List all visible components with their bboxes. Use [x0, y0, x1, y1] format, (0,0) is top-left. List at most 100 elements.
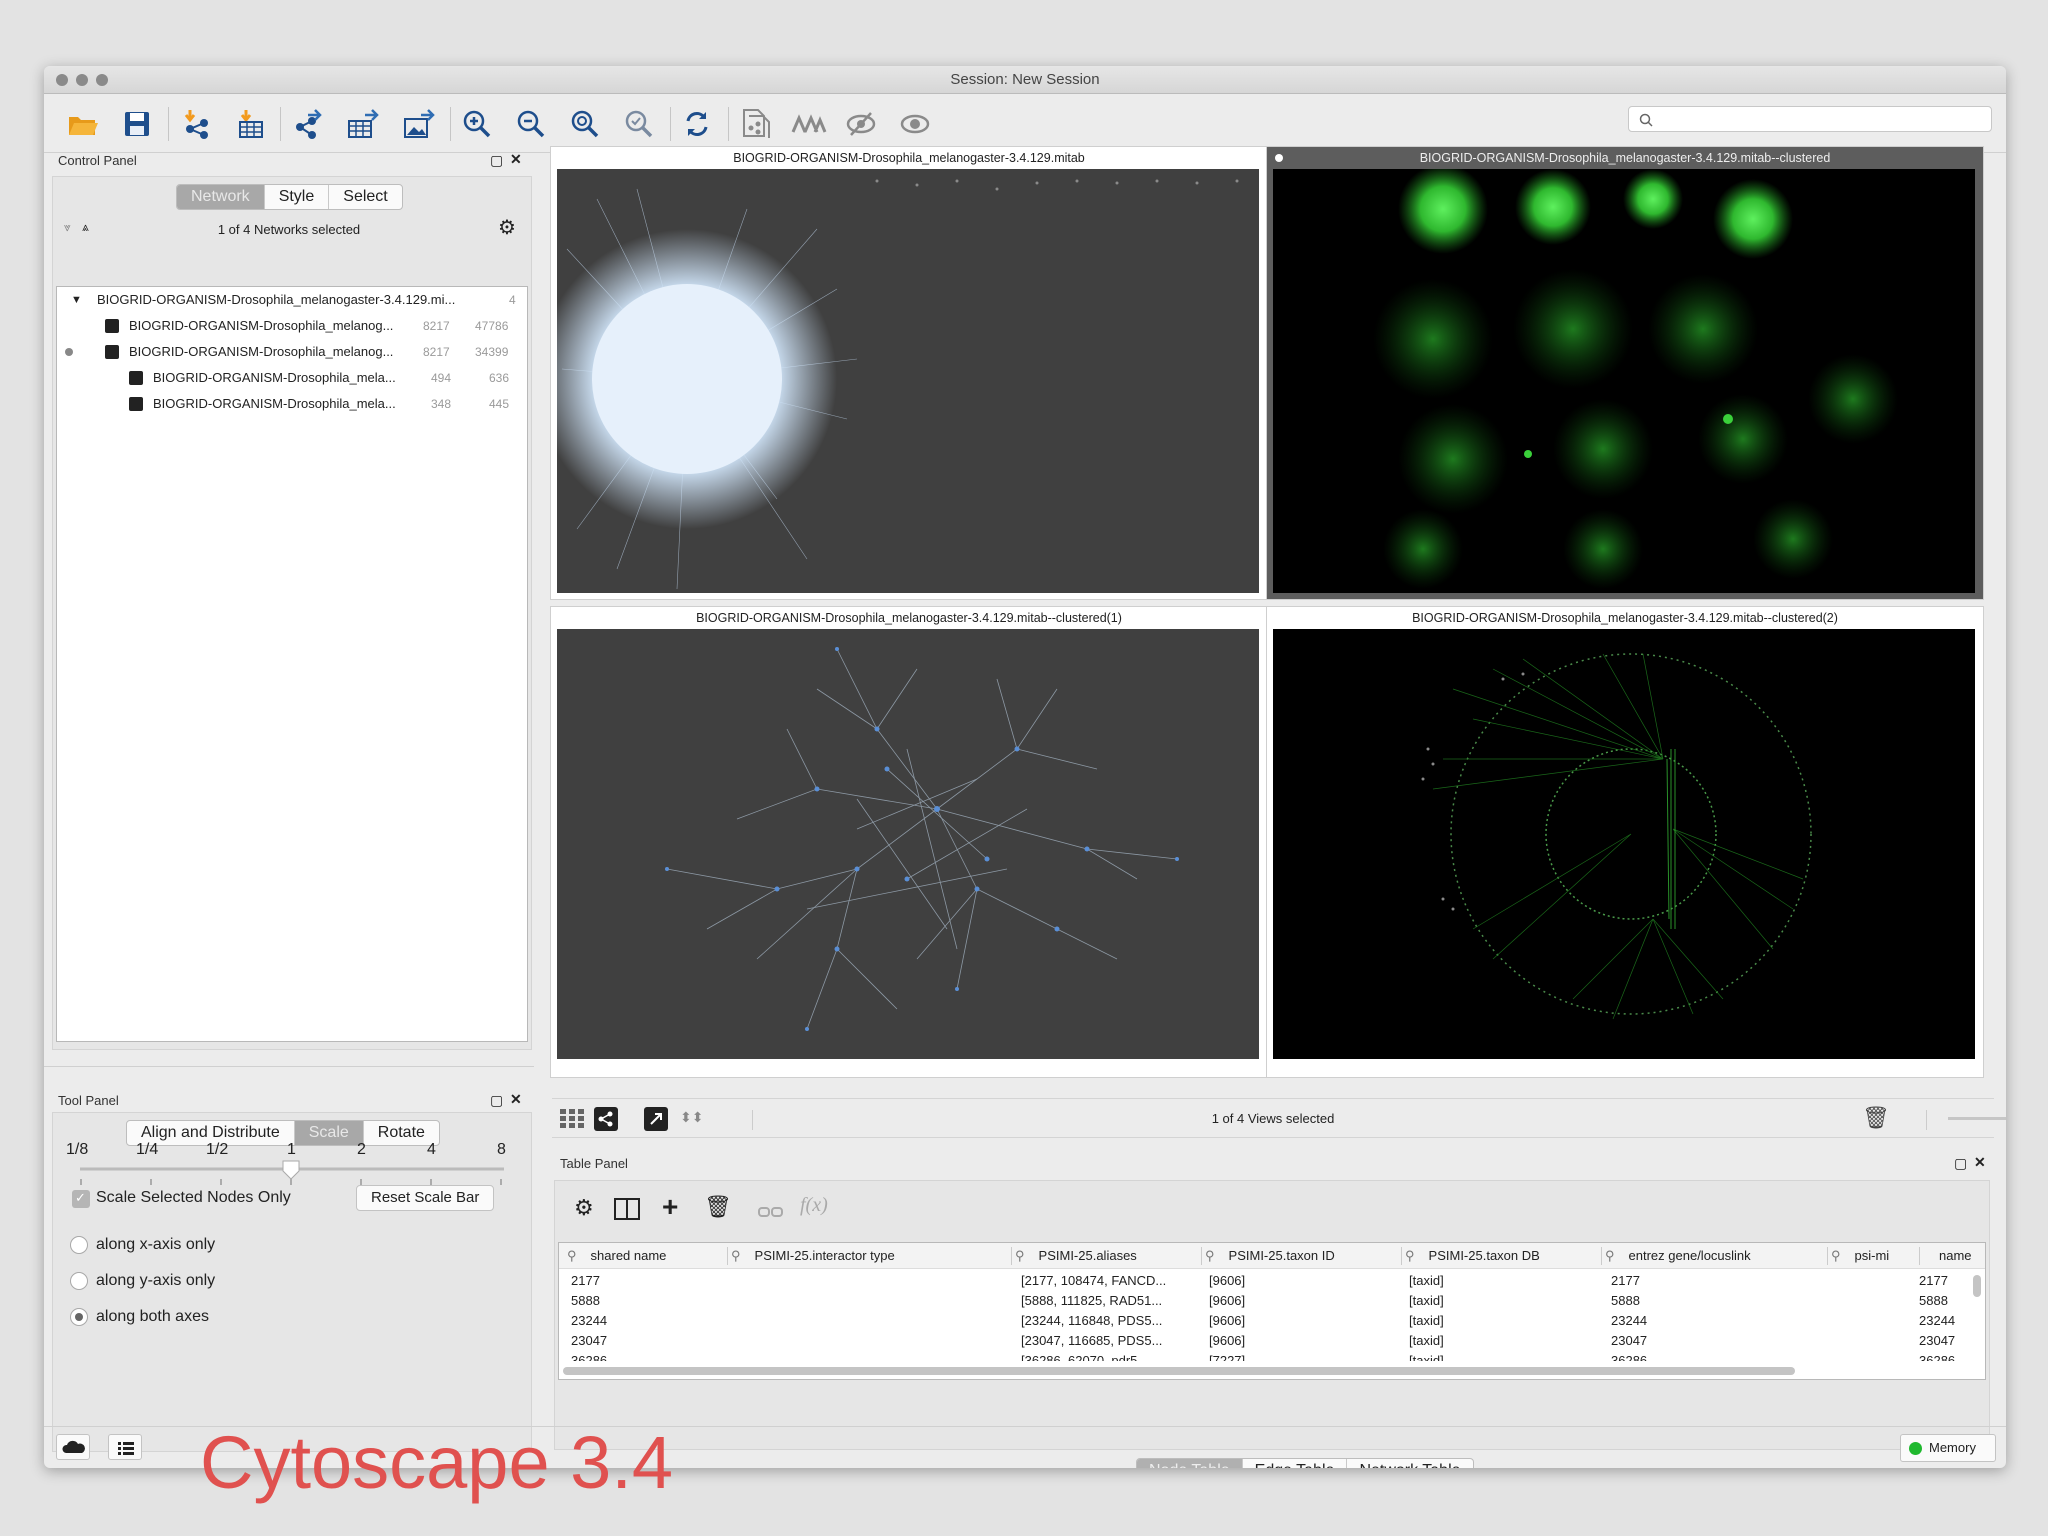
- scale-tick-label: 4: [427, 1141, 436, 1158]
- network-view-2[interactable]: BIOGRID-ORGANISM-Drosophila_melanogaster…: [1266, 146, 1984, 600]
- import-table-icon[interactable]: [232, 107, 270, 141]
- tab-style[interactable]: Style: [265, 185, 330, 209]
- scale-tick-label: 1/8: [66, 1141, 89, 1158]
- network-canvas-2[interactable]: [1273, 169, 1975, 593]
- radio-x-axis[interactable]: [70, 1236, 88, 1254]
- network-icon: [129, 397, 143, 411]
- column-header[interactable]: ⚲ entrez gene/locuslink: [1605, 1243, 1751, 1269]
- tab-network-table[interactable]: Network Table: [1347, 1459, 1472, 1468]
- zoom-window-button[interactable]: [96, 74, 108, 86]
- delete-column-icon[interactable]: 🗑: [704, 1196, 732, 1218]
- thumbnail-slider[interactable]: [1948, 1117, 2006, 1120]
- horizontal-scrollbar[interactable]: [563, 1367, 1795, 1375]
- edge-count: 445: [489, 397, 510, 411]
- column-header[interactable]: ⚲ PSIMI-25.interactor type: [731, 1243, 895, 1269]
- column-header[interactable]: ⚲ PSIMI-25.taxon ID: [1205, 1243, 1335, 1269]
- network-row[interactable]: BIOGRID-ORGANISM-Drosophila_melanog... 8…: [57, 313, 527, 339]
- scale-selected-label: Scale Selected Nodes Only: [96, 1189, 291, 1206]
- table-settings-gear-icon[interactable]: ⚙: [574, 1197, 594, 1219]
- column-visibility-icon[interactable]: [614, 1198, 640, 1225]
- close-window-button[interactable]: [56, 74, 68, 86]
- float-panel-icon[interactable]: ▢: [490, 1092, 503, 1109]
- network-canvas-4[interactable]: [1273, 629, 1975, 1059]
- export-image-icon[interactable]: [400, 107, 438, 141]
- new-network-icon[interactable]: [736, 107, 774, 141]
- networks-selected-status: 1 of 4 Networks selected: [217, 222, 361, 237]
- float-panel-icon[interactable]: ▢: [490, 152, 503, 169]
- shared-column-icon: ⚲: [567, 1248, 577, 1263]
- function-builder-icon[interactable]: f(x): [800, 1194, 828, 1217]
- zoom-in-icon[interactable]: [458, 107, 496, 141]
- network-row[interactable]: BIOGRID-ORGANISM-Drosophila_melanog... 8…: [57, 339, 527, 365]
- edge-count: 34399: [475, 345, 509, 359]
- scale-tick-label: 1/2: [206, 1141, 229, 1158]
- column-header[interactable]: ⚲ PSIMI-25.aliases: [1015, 1243, 1137, 1269]
- scale-tick-label: 1: [287, 1141, 296, 1158]
- network-canvas-1[interactable]: [557, 169, 1259, 593]
- float-panel-icon[interactable]: ▢: [1954, 1155, 1967, 1172]
- cloud-icon[interactable]: [56, 1434, 90, 1460]
- vertical-scrollbar[interactable]: [1973, 1275, 1981, 1297]
- network-view-1[interactable]: BIOGRID-ORGANISM-Drosophila_melanogaster…: [550, 146, 1268, 600]
- link-table-icon[interactable]: [758, 1204, 784, 1222]
- export-network-icon[interactable]: [288, 107, 326, 141]
- tool-panel-title: Tool Panel: [58, 1093, 119, 1108]
- reset-scale-bar-button[interactable]: Reset Scale Bar: [356, 1185, 495, 1211]
- zoom-fit-icon[interactable]: [566, 107, 604, 141]
- task-list-icon[interactable]: [108, 1434, 142, 1460]
- zoom-selected-icon[interactable]: [620, 107, 658, 141]
- memory-button[interactable]: Memory: [1900, 1434, 1996, 1462]
- network-list: ▼ BIOGRID-ORGANISM-Drosophila_melanogast…: [56, 286, 528, 1042]
- tab-select[interactable]: Select: [329, 185, 401, 209]
- network-row[interactable]: BIOGRID-ORGANISM-Drosophila_mela... 348 …: [57, 391, 527, 417]
- save-session-icon[interactable]: [118, 107, 156, 141]
- network-row[interactable]: BIOGRID-ORGANISM-Drosophila_mela... 494 …: [57, 365, 527, 391]
- network-collection-row[interactable]: ▼ BIOGRID-ORGANISM-Drosophila_melanogast…: [57, 287, 527, 313]
- node-table: ⚲ shared name ⚲ PSIMI-25.interactor type ⚲…: [558, 1242, 1986, 1380]
- column-header[interactable]: ⚲ psi-mi: [1831, 1243, 1889, 1269]
- column-header[interactable]: name: [1939, 1243, 1972, 1269]
- tab-node-table[interactable]: Node Table: [1137, 1459, 1243, 1468]
- node-count: 8217: [423, 345, 450, 359]
- table-row[interactable]: 36286 [36286, 62070, pdr5 [7227] [taxid]…: [559, 1351, 1969, 1361]
- hide-icon[interactable]: [790, 107, 828, 141]
- table-panel-title: Table Panel: [560, 1156, 628, 1171]
- column-header[interactable]: ⚲ shared name: [567, 1243, 666, 1269]
- tab-network[interactable]: Network: [177, 185, 265, 209]
- close-panel-icon[interactable]: ✕: [510, 1091, 522, 1108]
- control-panel-tabs: Network Style Select: [176, 184, 403, 210]
- node-count: 348: [431, 397, 452, 411]
- open-session-icon[interactable]: [64, 107, 102, 141]
- export-table-icon[interactable]: [344, 107, 382, 141]
- edge-count: 636: [489, 371, 510, 385]
- minimize-window-button[interactable]: [76, 74, 88, 86]
- scale-selected-checkbox[interactable]: ✓: [72, 1190, 90, 1208]
- close-panel-icon[interactable]: ✕: [510, 151, 522, 168]
- view-title: BIOGRID-ORGANISM-Drosophila_melanogaster…: [1412, 611, 1838, 625]
- add-column-icon[interactable]: +: [662, 1193, 678, 1221]
- column-header[interactable]: ⚲ PSIMI-25.taxon DB: [1405, 1243, 1540, 1269]
- unhide-icon[interactable]: [842, 107, 880, 141]
- close-panel-icon[interactable]: ✕: [1974, 1154, 1986, 1171]
- tab-edge-table[interactable]: Edge Table: [1243, 1459, 1348, 1468]
- search-field[interactable]: [1628, 106, 1992, 132]
- show-all-icon[interactable]: [896, 107, 934, 141]
- view-title: BIOGRID-ORGANISM-Drosophila_melanogaster…: [1419, 151, 1831, 165]
- shared-column-icon: ⚲: [1015, 1248, 1025, 1263]
- views-selected-status: 1 of 4 Views selected: [1211, 1111, 1335, 1126]
- memory-label: Memory: [1929, 1440, 1976, 1455]
- refresh-icon[interactable]: [678, 107, 716, 141]
- network-icon: [129, 371, 143, 385]
- shared-column-icon: ⚲: [1405, 1248, 1415, 1263]
- network-name: BIOGRID-ORGANISM-Drosophila_melanog...: [129, 318, 394, 333]
- import-network-icon[interactable]: [178, 107, 216, 141]
- zoom-out-icon[interactable]: [512, 107, 550, 141]
- trash-icon[interactable]: 🗑: [1862, 1105, 1890, 1131]
- network-view-4[interactable]: BIOGRID-ORGANISM-Drosophila_melanogaster…: [1266, 606, 1984, 1078]
- triangle-down-icon[interactable]: ▼: [71, 287, 82, 313]
- network-canvas-3[interactable]: [557, 629, 1259, 1059]
- radio-both-axes[interactable]: [70, 1308, 88, 1326]
- gear-icon[interactable]: ⚙: [498, 218, 516, 238]
- network-view-3[interactable]: BIOGRID-ORGANISM-Drosophila_melanogaster…: [550, 606, 1268, 1078]
- radio-y-axis[interactable]: [70, 1272, 88, 1290]
